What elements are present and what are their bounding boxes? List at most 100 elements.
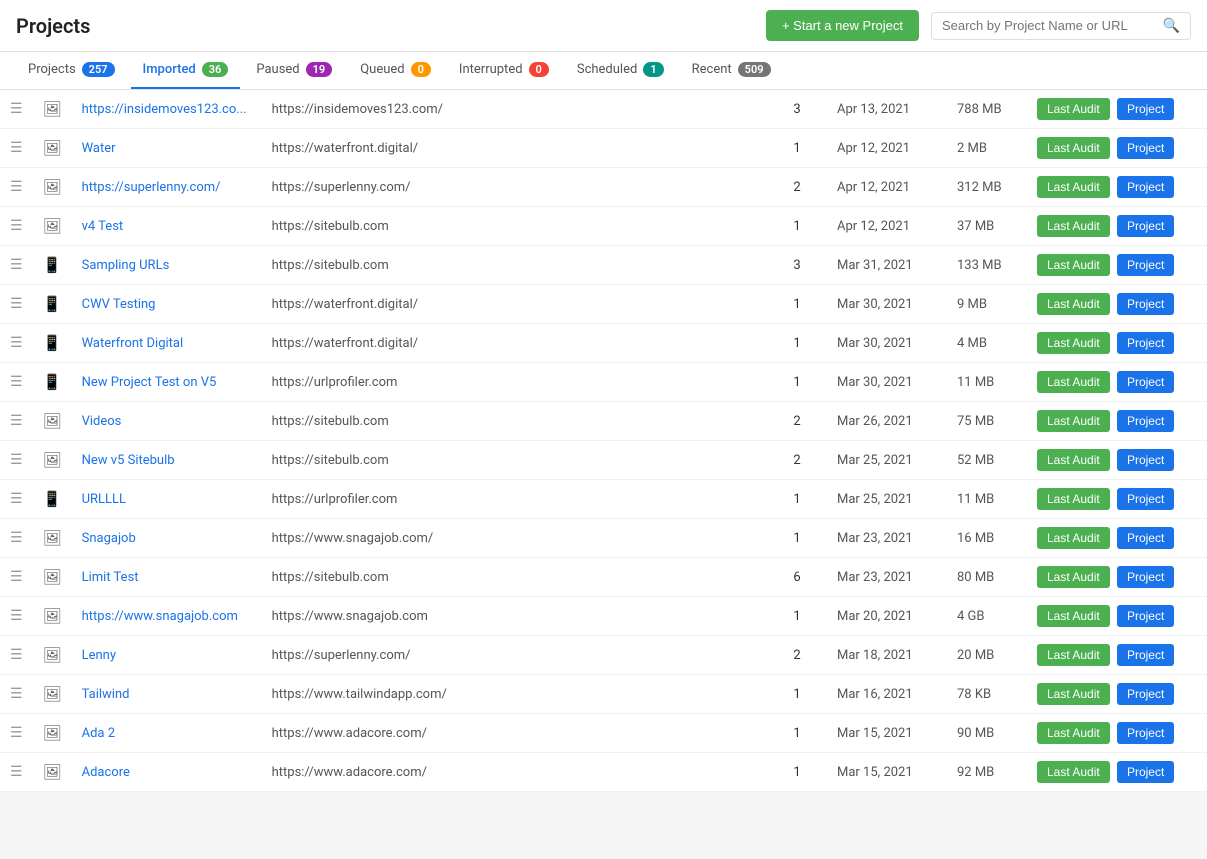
project-button[interactable]: Project [1117, 137, 1174, 159]
hamburger-icon[interactable]: ☰ [10, 491, 23, 507]
project-name-link[interactable]: Water [82, 141, 116, 156]
table-row: ☰ 🖼 Videos https://sitebulb.com 2 Mar 26… [0, 402, 1207, 441]
last-audit-button[interactable]: Last Audit [1037, 644, 1110, 666]
hamburger-icon[interactable]: ☰ [10, 413, 23, 429]
last-audit-button[interactable]: Last Audit [1037, 254, 1110, 276]
last-audit-button[interactable]: Last Audit [1037, 371, 1110, 393]
device-icon-cell: 🖼 [33, 597, 72, 636]
audit-count: 1 [793, 726, 800, 741]
tab-imported[interactable]: Imported 36 [131, 52, 241, 89]
project-name-link[interactable]: Tailwind [82, 687, 130, 702]
project-button[interactable]: Project [1117, 332, 1174, 354]
last-audit-button[interactable]: Last Audit [1037, 683, 1110, 705]
project-name-link[interactable]: https://superlenny.com/ [82, 180, 221, 195]
project-name-link[interactable]: Lenny [82, 648, 116, 663]
project-button[interactable]: Project [1117, 488, 1174, 510]
project-button[interactable]: Project [1117, 176, 1174, 198]
project-button[interactable]: Project [1117, 527, 1174, 549]
hamburger-icon[interactable]: ☰ [10, 569, 23, 585]
tab-paused[interactable]: Paused 19 [244, 52, 344, 89]
project-button[interactable]: Project [1117, 410, 1174, 432]
size-cell: 52 MB [947, 441, 1027, 480]
tab-interrupted[interactable]: Interrupted 0 [447, 52, 561, 89]
project-size: 16 MB [957, 531, 994, 546]
project-name-link[interactable]: New v5 Sitebulb [82, 453, 175, 468]
last-audit-button[interactable]: Last Audit [1037, 722, 1110, 744]
project-button[interactable]: Project [1117, 722, 1174, 744]
last-audit-button[interactable]: Last Audit [1037, 410, 1110, 432]
project-name-link[interactable]: v4 Test [82, 219, 124, 234]
tab-scheduled[interactable]: Scheduled 1 [565, 52, 676, 89]
project-size: 75 MB [957, 414, 994, 429]
project-name-link[interactable]: URLLLL [82, 492, 126, 507]
project-button[interactable]: Project [1117, 449, 1174, 471]
project-name-link[interactable]: Sampling URLs [82, 258, 170, 273]
actions-cell: Last Audit Project [1027, 246, 1207, 285]
hamburger-icon[interactable]: ☰ [10, 335, 23, 351]
hamburger-icon[interactable]: ☰ [10, 257, 23, 273]
actions-cell: Last Audit Project [1027, 480, 1207, 519]
last-audit-button[interactable]: Last Audit [1037, 605, 1110, 627]
project-button[interactable]: Project [1117, 293, 1174, 315]
device-icon-cell: 📱 [33, 480, 72, 519]
hamburger-icon[interactable]: ☰ [10, 101, 23, 117]
last-audit-button[interactable]: Last Audit [1037, 293, 1110, 315]
hamburger-icon[interactable]: ☰ [10, 179, 23, 195]
project-name-link[interactable]: CWV Testing [82, 297, 156, 312]
table-row: ☰ 🖼 Lenny https://superlenny.com/ 2 Mar … [0, 636, 1207, 675]
hamburger-icon[interactable]: ☰ [10, 647, 23, 663]
hamburger-icon[interactable]: ☰ [10, 686, 23, 702]
last-audit-button[interactable]: Last Audit [1037, 98, 1110, 120]
hamburger-icon[interactable]: ☰ [10, 608, 23, 624]
project-name-cell: New v5 Sitebulb [72, 441, 262, 480]
last-audit-button[interactable]: Last Audit [1037, 137, 1110, 159]
size-cell: 78 KB [947, 675, 1027, 714]
new-project-button[interactable]: + Start a new Project [766, 10, 919, 41]
project-name-cell: Tailwind [72, 675, 262, 714]
project-name-link[interactable]: Ada 2 [82, 726, 115, 741]
tab-queued[interactable]: Queued 0 [348, 52, 443, 89]
search-input[interactable] [942, 18, 1163, 33]
project-name-link[interactable]: https://www.snagajob.com [82, 609, 238, 624]
hamburger-icon[interactable]: ☰ [10, 374, 23, 390]
project-button[interactable]: Project [1117, 98, 1174, 120]
project-name-link[interactable]: Snagajob [82, 531, 136, 546]
project-name-cell: New Project Test on V5 [72, 363, 262, 402]
project-url-cell: https://waterfront.digital/ [262, 129, 767, 168]
hamburger-icon[interactable]: ☰ [10, 452, 23, 468]
project-name-link[interactable]: https://insidemoves123.co... [82, 102, 247, 117]
project-name-link[interactable]: Limit Test [82, 570, 139, 585]
project-button[interactable]: Project [1117, 644, 1174, 666]
project-button[interactable]: Project [1117, 254, 1174, 276]
project-name-link[interactable]: Waterfront Digital [82, 336, 184, 351]
last-audit-button[interactable]: Last Audit [1037, 566, 1110, 588]
hamburger-icon[interactable]: ☰ [10, 764, 23, 780]
project-button[interactable]: Project [1117, 605, 1174, 627]
project-name-link[interactable]: Adacore [82, 765, 130, 780]
hamburger-icon[interactable]: ☰ [10, 530, 23, 546]
tab-projects[interactable]: Projects 257 [16, 52, 127, 89]
project-button[interactable]: Project [1117, 215, 1174, 237]
last-audit-button[interactable]: Last Audit [1037, 215, 1110, 237]
last-audit-button[interactable]: Last Audit [1037, 449, 1110, 471]
project-button[interactable]: Project [1117, 566, 1174, 588]
last-audit-button[interactable]: Last Audit [1037, 761, 1110, 783]
date-cell: Mar 25, 2021 [827, 441, 947, 480]
date-cell: Mar 26, 2021 [827, 402, 947, 441]
tab-recent[interactable]: Recent 509 [680, 52, 783, 89]
project-button[interactable]: Project [1117, 683, 1174, 705]
last-audit-button[interactable]: Last Audit [1037, 176, 1110, 198]
hamburger-icon[interactable]: ☰ [10, 140, 23, 156]
last-audit-button[interactable]: Last Audit [1037, 332, 1110, 354]
hamburger-icon[interactable]: ☰ [10, 725, 23, 741]
project-button[interactable]: Project [1117, 761, 1174, 783]
project-name-link[interactable]: Videos [82, 414, 122, 429]
hamburger-icon[interactable]: ☰ [10, 218, 23, 234]
audit-count: 1 [793, 375, 800, 390]
audit-count: 3 [793, 102, 800, 117]
project-button[interactable]: Project [1117, 371, 1174, 393]
last-audit-button[interactable]: Last Audit [1037, 488, 1110, 510]
hamburger-icon[interactable]: ☰ [10, 296, 23, 312]
last-audit-button[interactable]: Last Audit [1037, 527, 1110, 549]
project-name-link[interactable]: New Project Test on V5 [82, 375, 217, 390]
